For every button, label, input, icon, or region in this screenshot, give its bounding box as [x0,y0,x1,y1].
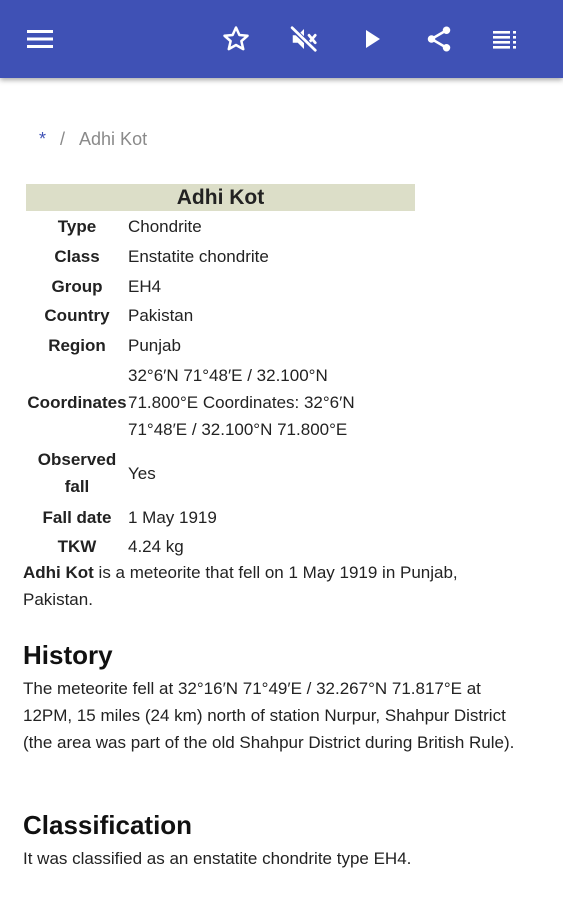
infobox-row-country: Country Pakistan [26,301,415,331]
breadcrumb-home-link[interactable]: * [39,129,46,149]
label-line: Observed [37,450,117,470]
app-bar [0,0,563,78]
classification-paragraph: It was classified as an enstatite chondr… [23,849,412,868]
infobox-row-tkw: TKW 4.24 kg [26,532,415,562]
breadcrumb-separator: / [60,129,66,149]
infobox-label: Group [51,276,103,296]
infobox-row-coordinates: Coordinates 32°6′N 71°48′E / 32.100°N 71… [26,360,415,444]
infobox-label: TKW [57,537,97,557]
infobox-value: 1 May 1919 [128,507,217,527]
menu-icon[interactable] [23,22,57,56]
infobox-label: Coordinates [27,392,127,412]
history-paragraph: The meteorite fell at 32°16′N 71°49′E / … [23,679,515,752]
infobox-value: 4.24 kg [128,537,184,557]
infobox-row-observed-fall: Observed fall Yes [26,444,415,502]
infobox-label: Country [44,306,110,326]
breadcrumb: * / Adhi Kot [39,129,147,150]
infobox-value: 32°6′N 71°48′E / 32.100°N 71.800°E Coord… [128,362,415,443]
label-line: fall [64,477,90,497]
intro-paragraph: Adhi Kot is a meteorite that fell on 1 M… [23,559,523,613]
infobox-value: Punjab [128,336,181,356]
infobox-label: Observed fall [26,446,128,500]
infobox-row-type: Type Chondrite [26,212,415,242]
infobox-label: Region [48,336,106,356]
infobox-value: Pakistan [128,306,194,326]
infobox-label: Type [57,217,97,237]
infobox: Adhi Kot Type Chondrite Class Enstatite … [26,184,415,562]
infobox-row-region: Region Punjab [26,331,415,361]
coordinates-line: 32°6′N 71°48′E / 32.100°N [128,365,328,385]
breadcrumb-current: Adhi Kot [79,129,148,149]
classification-heading: Classification [23,810,193,840]
infobox-value: Enstatite chondrite [128,247,269,267]
play-icon[interactable] [355,22,389,56]
list-icon[interactable] [489,22,523,56]
infobox-row-class: Class Enstatite chondrite [26,242,415,272]
infobox-label: Class [54,247,100,267]
volume-off-icon[interactable] [287,22,321,56]
infobox-label: Fall date [42,507,112,527]
share-icon[interactable] [422,22,456,56]
infobox-value: Chondrite [128,217,202,237]
history-heading: History [23,640,113,670]
infobox-value: EH4 [128,276,162,296]
intro-title-bold: Adhi Kot [23,563,94,582]
coordinates-line: 71.800°E Coordinates: 32°6′N [128,392,355,412]
infobox-row-fall-date: Fall date 1 May 1919 [26,502,415,532]
infobox-row-group: Group EH4 [26,271,415,301]
star-icon[interactable] [219,22,253,56]
coordinates-line: 71°48′E / 32.100°N 71.800°E [128,419,348,439]
infobox-value: Yes [128,463,156,483]
infobox-title: Adhi Kot [26,184,415,211]
